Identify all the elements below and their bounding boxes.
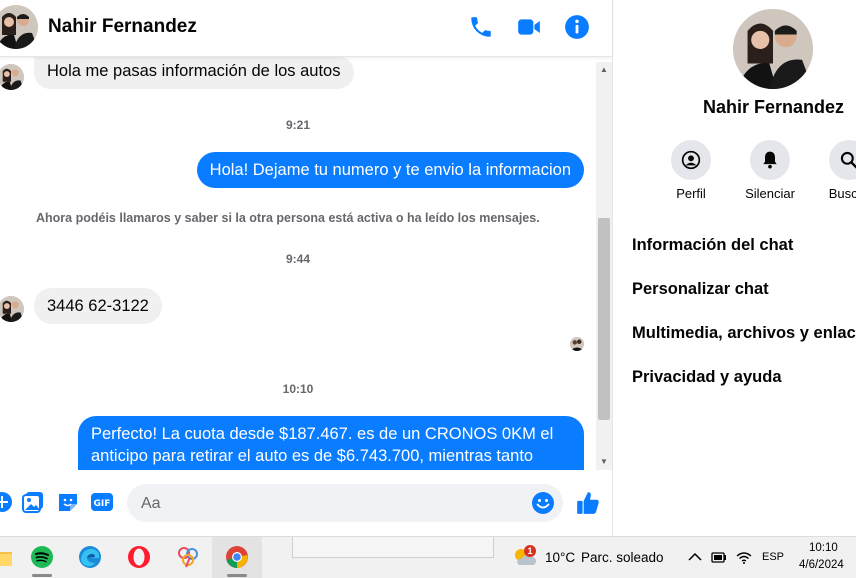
info-icon[interactable] bbox=[564, 14, 590, 40]
profile-button-label: Perfil bbox=[676, 186, 706, 201]
search-button-label: Buscar bbox=[828, 186, 856, 201]
message-input[interactable] bbox=[139, 484, 523, 524]
weather-temperature[interactable]: 10°C bbox=[545, 550, 575, 565]
message-timestamp: 9:21 bbox=[285, 118, 311, 132]
contact-avatar[interactable] bbox=[0, 5, 38, 49]
contact-profile-avatar[interactable] bbox=[733, 9, 813, 89]
photo-icon[interactable] bbox=[21, 490, 45, 514]
input-language-indicator[interactable]: ESP bbox=[762, 551, 784, 563]
weather-description[interactable]: Parc. soleado bbox=[581, 550, 664, 565]
device-connection-icon[interactable] bbox=[710, 549, 728, 565]
message-bubble-incoming[interactable]: Hola me pasas información de los autos bbox=[34, 56, 354, 89]
sticker-icon[interactable] bbox=[56, 490, 80, 514]
emoji-icon[interactable] bbox=[531, 491, 555, 515]
opera-browser-icon[interactable] bbox=[125, 543, 153, 571]
message-composer: GIF bbox=[0, 470, 612, 536]
video-call-icon[interactable] bbox=[516, 14, 542, 40]
chat-details-panel: Nahir Fernandez Perfil Silenciar Busc In… bbox=[612, 0, 856, 536]
edge-browser-icon[interactable] bbox=[76, 543, 104, 571]
message-list[interactable]: Hola me pasas información de los autos 9… bbox=[0, 56, 596, 470]
menu-privacy-help[interactable]: Privacidad y ayuda bbox=[632, 368, 782, 387]
message-bubble-incoming[interactable]: 3446 62-3122 bbox=[34, 288, 162, 324]
chevron-up-icon[interactable] bbox=[686, 549, 704, 565]
spotify-icon[interactable] bbox=[28, 543, 56, 571]
gif-icon[interactable]: GIF bbox=[90, 490, 114, 514]
scroll-thumb[interactable] bbox=[598, 218, 610, 420]
paint-app-icon[interactable] bbox=[174, 543, 202, 571]
search-button[interactable]: Buscar bbox=[809, 140, 856, 201]
search-icon bbox=[840, 151, 856, 169]
clock-date[interactable]: 4/6/2024 bbox=[799, 559, 844, 571]
message-timestamp: 10:10 bbox=[282, 382, 314, 396]
message-avatar bbox=[0, 64, 24, 90]
message-input-wrapper[interactable] bbox=[127, 484, 563, 524]
mute-button[interactable]: Silenciar bbox=[730, 140, 810, 201]
profile-icon bbox=[681, 150, 701, 170]
svg-text:GIF: GIF bbox=[94, 499, 111, 509]
contact-name[interactable]: Nahir Fernandez bbox=[48, 16, 197, 38]
message-bubble-outgoing[interactable]: Hola! Dejame tu numero y te envio la inf… bbox=[196, 152, 584, 188]
menu-media-files-links[interactable]: Multimedia, archivos y enlaces bbox=[632, 324, 856, 343]
scroll-down-arrow-icon[interactable]: ▼ bbox=[596, 454, 612, 470]
message-avatar bbox=[0, 296, 24, 322]
thumbs-up-icon[interactable] bbox=[575, 490, 601, 516]
menu-chat-info[interactable]: Información del chat bbox=[632, 236, 793, 255]
seen-indicator-avatar bbox=[570, 337, 584, 351]
phone-icon[interactable] bbox=[468, 14, 494, 40]
menu-customize-chat[interactable]: Personalizar chat bbox=[632, 280, 769, 299]
chrome-browser-icon[interactable] bbox=[223, 543, 251, 571]
profile-name: Nahir Fernandez bbox=[703, 97, 845, 117]
message-timestamp: 9:44 bbox=[285, 252, 311, 266]
chat-header: Nahir Fernandez bbox=[0, 0, 612, 57]
chat-notice: Ahora podéis llamaros y saber si la otra… bbox=[36, 211, 540, 225]
profile-button[interactable]: Perfil bbox=[651, 140, 731, 201]
mute-button-label: Silenciar bbox=[745, 186, 795, 201]
message-bubble-outgoing[interactable]: Perfecto! La cuota desde $187.467. es de… bbox=[78, 416, 584, 470]
scroll-up-arrow-icon[interactable]: ▲ bbox=[596, 62, 612, 78]
message-scrollbar[interactable]: ▲ ▼ bbox=[596, 62, 612, 470]
plus-circle-icon[interactable] bbox=[0, 490, 14, 514]
bell-icon bbox=[763, 151, 777, 169]
window-edge bbox=[292, 537, 494, 558]
clock-time[interactable]: 10:10 bbox=[809, 542, 838, 554]
file-explorer-icon[interactable] bbox=[0, 543, 14, 571]
wifi-icon[interactable] bbox=[735, 549, 753, 565]
windows-taskbar: 1 10°C Parc. soleado ESP 10:10 4/6/2024 bbox=[0, 536, 856, 578]
weather-notification-badge: 1 bbox=[524, 545, 536, 557]
